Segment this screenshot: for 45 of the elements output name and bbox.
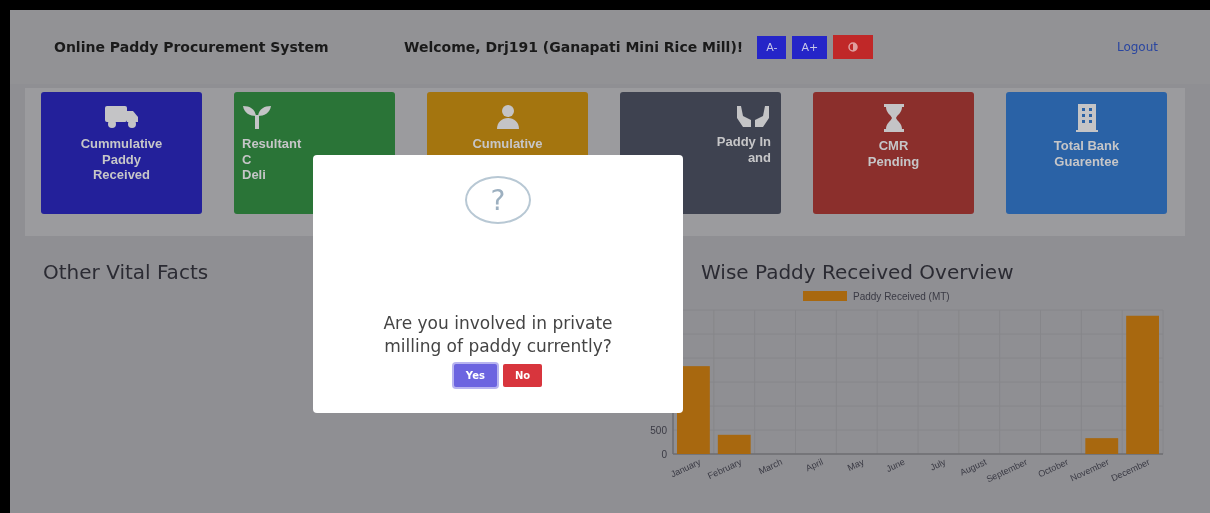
tile-label: Paddy — [102, 151, 141, 167]
tile-label: Guarentee — [1054, 153, 1119, 169]
tile-label: Pending — [867, 153, 920, 169]
tile-label: Resultant — [242, 136, 302, 152]
bar — [1085, 438, 1119, 454]
tile-label: Cumulative — [472, 136, 543, 152]
sprout-icon — [242, 104, 272, 130]
tile-label: Received — [92, 167, 151, 183]
y-tick-label: 0 — [661, 449, 667, 460]
x-tick-label: June — [884, 456, 907, 475]
welcome-text: Welcome, Drj191 (Ganapati Mini Rice Mill)! — [404, 39, 744, 55]
font-size-button[interactable]: A+ — [792, 35, 828, 59]
tile-label: Total Bank — [1053, 138, 1120, 154]
x-tick-label: May — [845, 456, 866, 473]
contrast-button[interactable] — [833, 35, 874, 59]
bar — [717, 434, 751, 454]
building-icon — [1074, 104, 1099, 132]
font-size-button[interactable]: A- — [757, 35, 787, 59]
chart-title: Wise Paddy Received Overview — [701, 260, 1015, 284]
tile-label: CMR — [878, 138, 909, 154]
x-tick-label: March — [757, 456, 784, 477]
hourglass-icon — [882, 104, 905, 132]
summary-tile[interactable]: Total Bank Guarentee — [1006, 92, 1167, 214]
truck-icon — [103, 104, 140, 130]
question-icon: ? — [465, 176, 531, 224]
tile-label: Cummulative — [80, 136, 163, 152]
person-icon — [494, 104, 521, 130]
x-tick-label: July — [928, 456, 948, 473]
summary-tile[interactable]: CMR Pending — [813, 92, 974, 214]
contrast-icon — [848, 42, 859, 52]
tile-label: and — [747, 149, 771, 165]
no-button[interactable]: No — [502, 364, 543, 387]
section-title: Other Vital Facts — [43, 260, 210, 284]
x-tick-label: April — [804, 456, 825, 474]
y-tick-label: 500 — [650, 425, 667, 436]
tile-label: C — [242, 151, 252, 167]
legend-label: Paddy Received (MT) — [853, 291, 950, 302]
app-title: Online Paddy Procurement System — [54, 39, 330, 55]
yes-button[interactable]: Yes — [453, 364, 497, 387]
summary-tile[interactable]: Cummulative Paddy Received — [41, 92, 202, 214]
hands-icon — [735, 104, 771, 128]
logout-link[interactable]: Logout — [1116, 40, 1158, 54]
tile-label: Deli — [242, 167, 266, 183]
dialog-message: Are you involved in private milling of paddy currently? — [382, 312, 614, 358]
tile-label: Paddy In — [716, 134, 771, 150]
